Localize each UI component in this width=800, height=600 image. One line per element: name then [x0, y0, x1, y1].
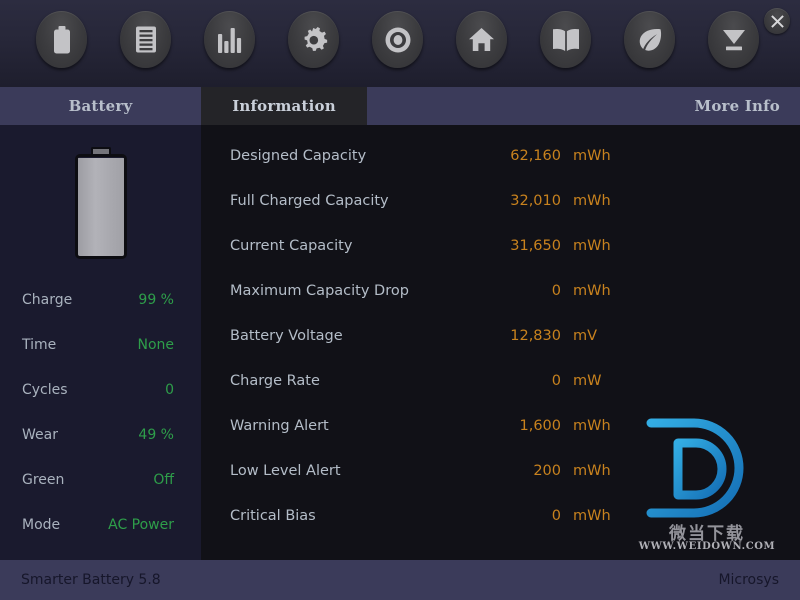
information-panel: Designed Capacity 62,160 mWh Full Charge…: [201, 125, 800, 560]
status-bar: Smarter Battery 5.8 Microsys: [0, 560, 800, 600]
info-row: Current Capacity 31,650 mWh: [201, 223, 800, 268]
info-unit: mWh: [573, 417, 611, 434]
info-unit: mWh: [573, 282, 611, 299]
info-label: Full Charged Capacity: [230, 192, 389, 209]
info-value: 0: [551, 282, 561, 299]
info-label: Critical Bias: [230, 507, 316, 524]
tab-more-info-label: More Info: [694, 97, 780, 115]
gear-icon: [300, 26, 328, 54]
info-row: Designed Capacity 62,160 mWh: [201, 133, 800, 178]
battery-stats-list: Charge 99 % Time None Cycles 0 Wear 49 %…: [0, 277, 201, 547]
toolbar-button-log[interactable]: [120, 11, 171, 68]
watermark-url-text: WWW.WEIDOWN.COM: [638, 541, 776, 552]
info-value: 31,650: [510, 237, 561, 254]
info-label: Charge Rate: [230, 372, 320, 389]
toolbar-button-battery[interactable]: [36, 11, 87, 68]
toolbar-buttons: [36, 11, 759, 68]
stat-value: 49 %: [138, 426, 174, 443]
stat-label: Charge: [22, 291, 73, 308]
home-icon: [468, 27, 495, 52]
info-value: 1,600: [519, 417, 561, 434]
list-icon: [135, 26, 157, 53]
information-list: Designed Capacity 62,160 mWh Full Charge…: [201, 133, 800, 538]
info-value: 200: [533, 462, 561, 479]
toolbar-button-options[interactable]: [288, 11, 339, 68]
toolbar-button-download[interactable]: [708, 11, 759, 68]
stat-value: Off: [153, 471, 174, 488]
toolbar-button-graphs[interactable]: [204, 11, 255, 68]
toolbar-button-calibrate[interactable]: [372, 11, 423, 68]
stat-value: None: [137, 336, 174, 353]
info-unit: mW: [573, 372, 602, 389]
info-unit: mWh: [573, 507, 611, 524]
stat-row: Charge 99 %: [0, 277, 201, 322]
battery-shape: [74, 147, 127, 259]
info-label: Battery Voltage: [230, 327, 343, 344]
info-row: Charge Rate 0 mW: [201, 358, 800, 403]
stat-label: Green: [22, 471, 65, 488]
stat-label: Wear: [22, 426, 58, 443]
tab-more-info[interactable]: More Info: [600, 87, 800, 125]
info-value: 32,010: [510, 192, 561, 209]
sidebar: Charge 99 % Time None Cycles 0 Wear 49 %…: [0, 125, 201, 560]
info-row: Maximum Capacity Drop 0 mWh: [201, 268, 800, 313]
info-value: 12,830: [510, 327, 561, 344]
info-unit: mWh: [573, 462, 611, 479]
stat-label: Cycles: [22, 381, 68, 398]
close-icon: [770, 14, 784, 28]
close-button[interactable]: [764, 8, 790, 34]
stat-value: 99 %: [138, 291, 174, 308]
stat-row: Time None: [0, 322, 201, 367]
stat-value: 0: [165, 381, 174, 398]
stat-row: Wear 49 %: [0, 412, 201, 457]
toolbar-button-help[interactable]: [540, 11, 591, 68]
leaf-icon: [637, 27, 663, 53]
info-row: Full Charged Capacity 32,010 mWh: [201, 178, 800, 223]
info-label: Low Level Alert: [230, 462, 341, 479]
info-row: Warning Alert 1,600 mWh: [201, 403, 800, 448]
app-name-version: Smarter Battery 5.8: [21, 572, 161, 588]
toolbar-button-home[interactable]: [456, 11, 507, 68]
info-unit: mV: [573, 327, 598, 344]
bar-chart-icon: [217, 27, 243, 53]
vendor-name: Microsys: [718, 572, 779, 588]
toolbar: [0, 0, 800, 87]
info-value: 0: [551, 372, 561, 389]
info-unit: mWh: [573, 237, 611, 254]
stat-label: Time: [22, 336, 57, 353]
battery-graphic: [0, 125, 201, 275]
download-icon: [721, 28, 747, 52]
info-value: 0: [551, 507, 561, 524]
info-unit: mWh: [573, 192, 611, 209]
tab-information[interactable]: Information: [201, 87, 367, 125]
info-row: Critical Bias 0 mWh: [201, 493, 800, 538]
target-icon: [385, 27, 411, 53]
tab-battery-label: Battery: [68, 97, 133, 115]
stat-row: Green Off: [0, 457, 201, 502]
info-row: Battery Voltage 12,830 mV: [201, 313, 800, 358]
toolbar-button-green-mode[interactable]: [624, 11, 675, 68]
info-label: Current Capacity: [230, 237, 353, 254]
info-unit: mWh: [573, 147, 611, 164]
tab-information-label: Information: [232, 97, 336, 115]
info-value: 62,160: [510, 147, 561, 164]
battery-body: [74, 154, 127, 259]
battery-icon: [53, 25, 71, 54]
stat-row: Mode AC Power: [0, 502, 201, 547]
battery-charge-fill: [77, 158, 124, 256]
info-label: Maximum Capacity Drop: [230, 282, 409, 299]
info-label: Designed Capacity: [230, 147, 367, 164]
info-row: Low Level Alert 200 mWh: [201, 448, 800, 493]
book-icon: [552, 28, 580, 52]
stat-row: Cycles 0: [0, 367, 201, 412]
stat-value: AC Power: [108, 516, 174, 533]
app-window: Battery Information More Info Charge 99 …: [0, 0, 800, 600]
stat-label: Mode: [22, 516, 61, 533]
info-label: Warning Alert: [230, 417, 329, 434]
tab-bar: Battery Information More Info: [0, 87, 800, 125]
tab-battery[interactable]: Battery: [0, 87, 201, 125]
